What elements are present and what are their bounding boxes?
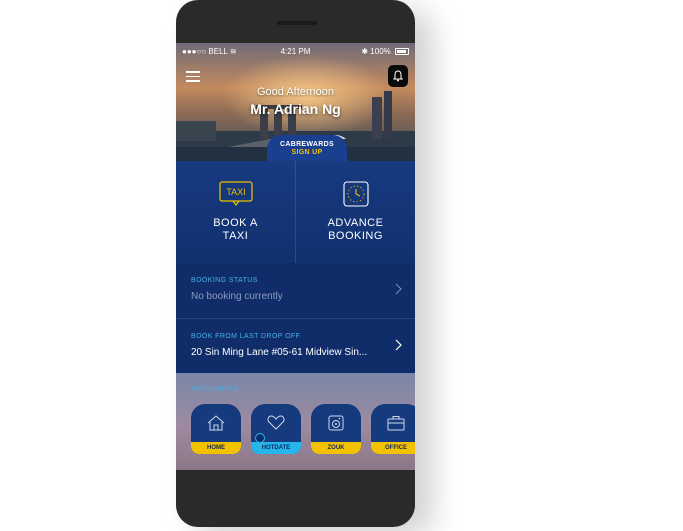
hero-banner: ●●●○○ BELL ≋ 4:21 PM ✱ 100% Good Afterno…	[176, 43, 415, 165]
battery-icon	[395, 48, 409, 56]
home-icon	[207, 415, 225, 431]
book-taxi-line2: TAXI	[222, 230, 249, 242]
booking-status-value: No booking currently	[191, 291, 283, 302]
favourite-home-label: HOME	[191, 442, 241, 454]
taxi-sign-icon: TAXI	[219, 181, 253, 206]
book-taxi-label: BOOK A TAXI	[176, 217, 295, 243]
speaker-icon	[328, 415, 344, 431]
app-screen: ●●●○○ BELL ≋ 4:21 PM ✱ 100% Good Afterno…	[176, 43, 415, 470]
phone-device: ●●●○○ BELL ≋ 4:21 PM ✱ 100% Good Afterno…	[176, 0, 415, 527]
advance-booking-line1: ADVANCE	[327, 217, 384, 229]
user-name: Mr. Adrian Ng	[250, 101, 341, 117]
cabrewards-title: CABREWARDS	[280, 141, 334, 148]
briefcase-icon	[387, 416, 405, 431]
heart-icon	[267, 415, 285, 430]
battery-percent: 100%	[370, 47, 391, 56]
status-bar: ●●●○○ BELL ≋ 4:21 PM ✱ 100%	[176, 43, 415, 59]
bell-icon	[393, 70, 403, 82]
last-drop-off-row[interactable]: BOOK FROM LAST DROP OFF 20 Sin Ming Lane…	[176, 319, 415, 375]
favourites-section: FAVOURITES HOME HOTDATE ZOUK OFFICE	[176, 373, 415, 470]
favourite-hotdate-label: HOTDATE	[251, 442, 301, 454]
favourites-label: FAVOURITES	[191, 386, 239, 393]
svg-text:TAXI: TAXI	[226, 187, 245, 197]
notification-button[interactable]	[388, 65, 408, 87]
phone-bottom-bezel	[176, 470, 415, 527]
booking-status-label: BOOKING STATUS	[191, 277, 258, 284]
book-taxi-line1: BOOK A	[213, 217, 258, 229]
chevron-right-icon	[395, 283, 402, 295]
favourite-office[interactable]: OFFICE	[371, 404, 415, 454]
advance-booking-button[interactable]: ADVANCE BOOKING	[296, 161, 415, 263]
favourite-zouk-label: ZOUK	[311, 442, 361, 454]
clock-icon	[343, 181, 369, 207]
last-drop-off-label: BOOK FROM LAST DROP OFF	[191, 333, 301, 340]
favourite-hotdate[interactable]: HOTDATE	[251, 404, 301, 454]
booking-status-row[interactable]: BOOKING STATUS No booking currently	[176, 263, 415, 319]
chevron-right-icon	[395, 339, 402, 351]
bluetooth-icon: ✱	[361, 47, 369, 56]
advance-booking-line2: BOOKING	[328, 230, 383, 242]
favourite-zouk[interactable]: ZOUK	[311, 404, 361, 454]
last-drop-off-address: 20 Sin Ming Lane #05-61 Midview Sin...	[191, 347, 368, 358]
book-taxi-button[interactable]: TAXI BOOK A TAXI	[176, 161, 296, 263]
booking-actions: TAXI BOOK A TAXI ADVANCE BOOKING	[176, 161, 415, 264]
hamburger-menu-icon[interactable]	[186, 71, 200, 82]
phone-speaker	[277, 21, 317, 25]
greeting-text: Good Afternoon	[256, 86, 335, 98]
advance-booking-label: ADVANCE BOOKING	[296, 217, 415, 243]
favourite-office-label: OFFICE	[371, 442, 415, 454]
cabrewards-signup-label: SIGN UP	[291, 149, 323, 156]
battery-status: ✱ 100%	[361, 47, 409, 56]
favourite-home[interactable]: HOME	[191, 404, 241, 454]
